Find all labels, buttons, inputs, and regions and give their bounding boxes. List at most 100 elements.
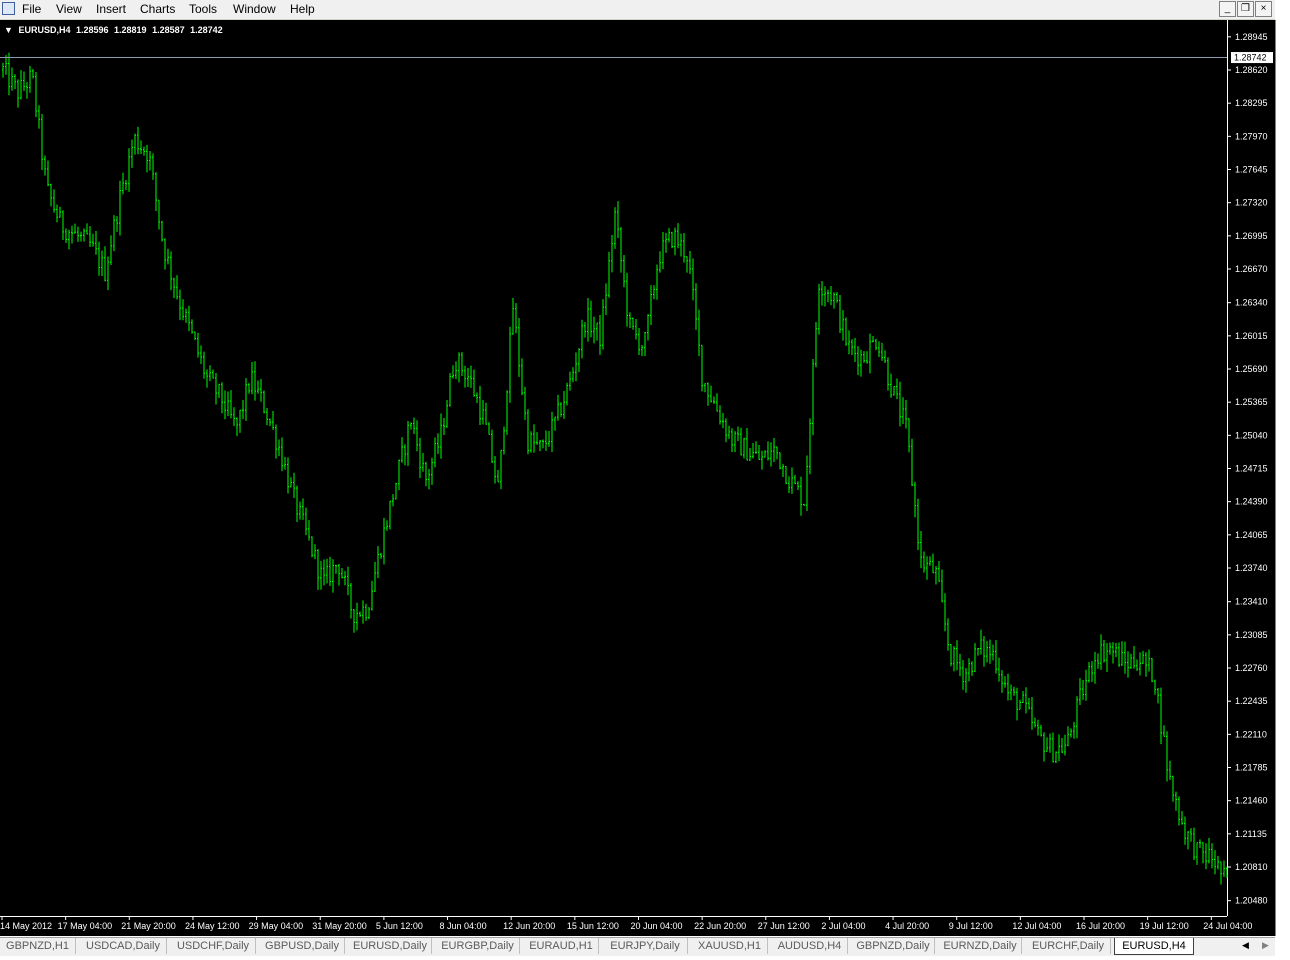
menu-insert[interactable]: Insert xyxy=(96,2,126,16)
price-chart[interactable]: 1.28945 1.28620 1.28295 1.27970 1.27645 1.273… xyxy=(0,20,1275,936)
tab-usdcad-daily[interactable]: USDCAD,Daily xyxy=(80,938,167,954)
ohlc-bar xyxy=(1166,731,1168,782)
y-tick-label: 1.20480 xyxy=(1235,896,1268,906)
ohlc-bar xyxy=(428,469,430,490)
ohlc-bar xyxy=(974,643,976,672)
x-tick-label: 22 Jun 20:00 xyxy=(694,921,746,931)
ohlc-bar xyxy=(686,256,688,273)
ohlc-bar xyxy=(689,250,691,274)
tab-eurusd-daily[interactable]: EURUSD,Daily xyxy=(349,938,432,954)
dropdown-arrow-icon[interactable]: ▼ xyxy=(4,25,13,35)
ohlc-bar xyxy=(734,431,736,453)
x-tick-label: 21 May 20:00 xyxy=(121,921,176,931)
tab-usdchf-daily[interactable]: USDCHF,Daily xyxy=(171,938,256,954)
ohlc-bar xyxy=(983,636,985,667)
ohlc-bar xyxy=(593,316,595,344)
ohlc-bar xyxy=(605,283,607,315)
scroll-right-icon[interactable]: ▶ xyxy=(1262,940,1269,951)
ohlc-bar xyxy=(56,204,58,223)
tab-eurnzd-daily[interactable]: EURNZD,Daily xyxy=(939,938,1022,954)
ohlc-bar xyxy=(146,144,148,173)
close-price: 1.28742 xyxy=(190,25,223,35)
menu-tools[interactable]: Tools xyxy=(189,2,217,16)
ohlc-bar xyxy=(950,644,952,667)
menu-window[interactable]: Window xyxy=(233,2,276,16)
y-tick-label: 1.24390 xyxy=(1235,497,1268,507)
ohlc-bar xyxy=(344,570,346,586)
ohlc-bar xyxy=(731,428,733,453)
tab-eurgbp-daily[interactable]: EURGBP,Daily xyxy=(436,938,520,954)
close-button[interactable]: × xyxy=(1255,1,1272,17)
tab-eurusd-h4[interactable]: EURUSD,H4 xyxy=(1114,938,1194,955)
ohlc-bar xyxy=(218,383,220,399)
ohlc-bar xyxy=(1220,861,1222,885)
menu-charts[interactable]: Charts xyxy=(140,2,175,16)
x-tick-label: 24 Jul 04:00 xyxy=(1203,921,1252,931)
ohlc-bar xyxy=(959,653,961,677)
chart-window[interactable]: 1.28945 1.28620 1.28295 1.27970 1.27645 1.273… xyxy=(0,20,1276,936)
ohlc-bar xyxy=(947,618,949,651)
ohlc-bar xyxy=(206,369,208,388)
ohlc-bar xyxy=(1034,717,1036,728)
ohlc-bar xyxy=(713,396,715,404)
scroll-left-icon[interactable]: ◀ xyxy=(1242,940,1249,951)
ohlc-bar xyxy=(524,386,526,420)
ohlc-bar xyxy=(833,292,835,309)
app-icon[interactable] xyxy=(2,2,15,15)
ohlc-bar xyxy=(1217,855,1219,870)
ohlc-bar xyxy=(887,357,889,391)
menu-view[interactable]: View xyxy=(56,2,82,16)
ohlc-bar xyxy=(968,658,970,682)
ohlc-bar xyxy=(1058,734,1060,762)
tab-xauusd-h1[interactable]: XAUUSD,H1 xyxy=(692,938,768,954)
ohlc-bar xyxy=(1049,733,1051,753)
ohlc-bar xyxy=(83,228,85,242)
tab-euraud-h1[interactable]: EURAUD,H1 xyxy=(524,938,599,954)
ohlc-bar xyxy=(530,431,532,453)
ohlc-bar xyxy=(1091,661,1093,682)
ohlc-bar xyxy=(620,227,622,273)
menu-file[interactable]: File xyxy=(22,2,41,16)
ohlc-bar xyxy=(863,351,865,363)
ohlc-bar xyxy=(794,474,796,485)
ohlc-bar xyxy=(1133,646,1135,669)
ohlc-bar xyxy=(305,507,307,536)
ohlc-bar xyxy=(362,600,364,624)
ohlc-bar xyxy=(992,644,994,661)
ohlc-bar xyxy=(287,457,289,494)
ohlc-bar xyxy=(365,603,367,621)
minimize-button[interactable]: _ xyxy=(1219,1,1236,17)
ohlc-bar xyxy=(293,472,295,498)
tab-gbpusd-daily[interactable]: GBPUSD,Daily xyxy=(260,938,345,954)
ohlc-bar xyxy=(368,606,370,619)
ohlc-bar xyxy=(23,71,25,91)
ohlc-bar xyxy=(929,556,931,566)
tab-gbpnzd-daily[interactable]: GBPNZD,Daily xyxy=(852,938,935,954)
ohlc-bar xyxy=(128,148,130,192)
tab-eurchf-daily[interactable]: EURCHF,Daily xyxy=(1026,938,1111,954)
ohlc-bar xyxy=(302,498,304,520)
ohlc-bar xyxy=(80,231,82,242)
tab-audusd-h4[interactable]: AUDUSD,H4 xyxy=(772,938,848,954)
ohlc-bar xyxy=(905,399,907,429)
ohlc-bar xyxy=(1085,669,1087,701)
restore-button[interactable]: ❐ xyxy=(1237,1,1254,17)
ohlc-bar xyxy=(209,365,211,382)
ohlc-bar xyxy=(266,408,268,426)
x-tick-label: 5 Jun 12:00 xyxy=(376,921,423,931)
ohlc-bar xyxy=(656,264,658,300)
ohlc-bar xyxy=(1052,732,1054,763)
ohlc-bar xyxy=(275,424,277,459)
tab-gbpnzd-h1[interactable]: GBPNZD,H1 xyxy=(0,938,76,954)
x-tick-label: 9 Jul 12:00 xyxy=(949,921,993,931)
ohlc-bar xyxy=(1082,679,1084,700)
tab-eurjpy-daily[interactable]: EURJPY,Daily xyxy=(603,938,688,954)
ohlc-bar xyxy=(842,310,844,341)
y-tick-label: 1.25365 xyxy=(1235,397,1268,407)
ohlc-bar xyxy=(938,560,940,582)
ohlc-bar xyxy=(173,277,175,299)
ohlc-bar xyxy=(698,309,700,357)
ohlc-bar xyxy=(170,251,172,291)
ohlc-bar xyxy=(116,216,118,232)
menu-help[interactable]: Help xyxy=(290,2,315,16)
